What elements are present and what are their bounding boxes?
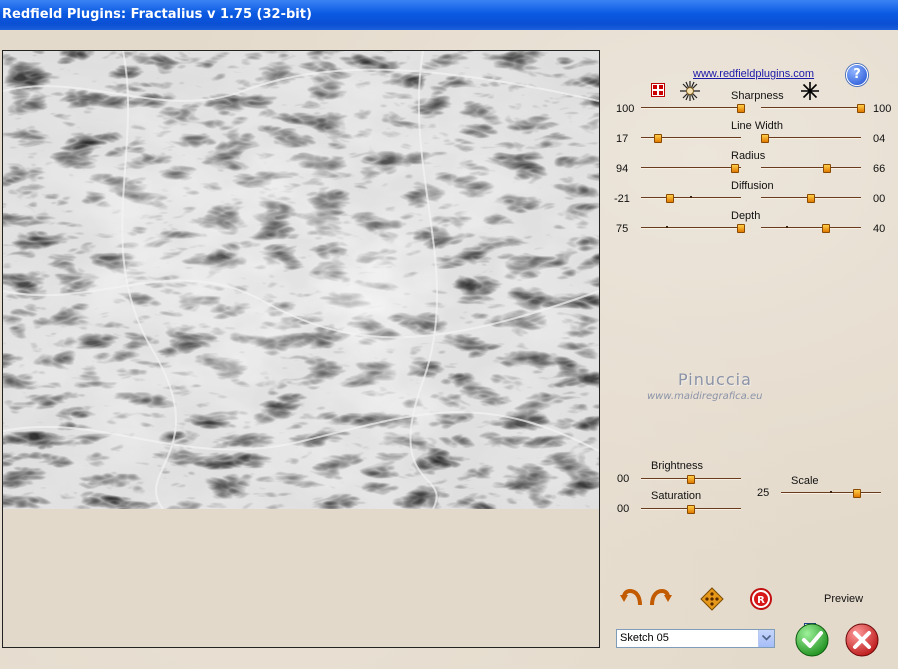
svg-text:R: R (757, 595, 765, 606)
line-width-label: Line Width (731, 120, 783, 132)
sharpness-right-thumb[interactable] (857, 104, 865, 113)
preview-label[interactable]: Preview (824, 593, 863, 605)
asterisk-icon[interactable] (800, 81, 820, 101)
depth-right-slider[interactable] (761, 227, 861, 229)
line-width-left-thumb[interactable] (654, 134, 662, 143)
radius-right-thumb[interactable] (823, 164, 831, 173)
starburst-icon[interactable] (680, 81, 700, 101)
help-icon[interactable]: ? (846, 64, 868, 86)
diffusion-right-thumb[interactable] (807, 194, 815, 203)
radius-right-slider[interactable] (761, 167, 861, 169)
diffusion-right-value: 00 (873, 193, 886, 205)
sharpness-left-value: 100 (616, 103, 635, 115)
radius-label: Radius (731, 150, 766, 162)
diffusion-label: Diffusion (731, 180, 774, 192)
sharpness-left-slider[interactable] (641, 107, 741, 109)
preset-select[interactable]: Sketch 05 (616, 629, 775, 648)
grid-icon[interactable] (651, 83, 665, 97)
redo-icon[interactable] (648, 587, 672, 607)
website-link[interactable]: www.redfieldplugins.com (693, 68, 814, 80)
preview-panel[interactable] (2, 50, 600, 648)
reset-icon[interactable]: R (750, 588, 772, 610)
radius-left-value: 94 (616, 163, 629, 175)
saturation-value: 00 (617, 503, 630, 515)
scale-tick (830, 491, 832, 493)
chevron-down-icon[interactable] (758, 630, 774, 647)
depth-left-value: 75 (616, 223, 629, 235)
brightness-label: Brightness (651, 460, 703, 472)
saturation-label: Saturation (651, 490, 702, 502)
window-title: Redfield Plugins: Fractalius v 1.75 (32-… (0, 0, 898, 30)
saturation-thumb[interactable] (687, 505, 695, 514)
depth-right-thumb[interactable] (822, 224, 830, 233)
brightness-value: 00 (617, 473, 630, 485)
watermark-site: www.maidiregrafica.eu (647, 391, 763, 402)
diffusion-left-tick (690, 196, 692, 198)
sharpness-label: Sharpness (731, 90, 784, 102)
sharpness-right-value: 100 (873, 103, 892, 115)
line-width-right-value: 04 (873, 133, 886, 145)
depth-right-value: 40 (873, 223, 886, 235)
depth-right-tick (786, 226, 788, 228)
undo-icon[interactable] (620, 587, 644, 607)
ok-button[interactable] (795, 623, 829, 657)
scale-value: 25 (757, 487, 770, 499)
line-width-right-slider[interactable] (761, 137, 861, 139)
brightness-thumb[interactable] (687, 475, 695, 484)
random-icon[interactable] (700, 587, 724, 611)
scale-label: Scale (791, 475, 819, 487)
depth-left-thumb[interactable] (737, 224, 745, 233)
line-width-right-thumb[interactable] (761, 134, 769, 143)
scale-thumb[interactable] (853, 489, 861, 498)
depth-left-tick (666, 226, 668, 228)
preset-value: Sketch 05 (620, 632, 669, 644)
diffusion-left-thumb[interactable] (666, 194, 674, 203)
line-width-left-value: 17 (616, 133, 629, 145)
watermark-name: Pinuccia (678, 370, 752, 389)
sharpness-left-thumb[interactable] (737, 104, 745, 113)
sharpness-right-slider[interactable] (761, 107, 861, 109)
radius-left-slider[interactable] (641, 167, 741, 169)
radius-left-thumb[interactable] (731, 164, 739, 173)
depth-left-slider[interactable] (641, 227, 741, 229)
cancel-button[interactable] (845, 623, 879, 657)
diffusion-left-value: -21 (614, 193, 630, 205)
radius-right-value: 66 (873, 163, 886, 175)
plugin-window: www.redfieldplugins.com ? Sharpness 100 … (0, 30, 898, 669)
preview-image (3, 51, 599, 509)
depth-label: Depth (731, 210, 761, 222)
